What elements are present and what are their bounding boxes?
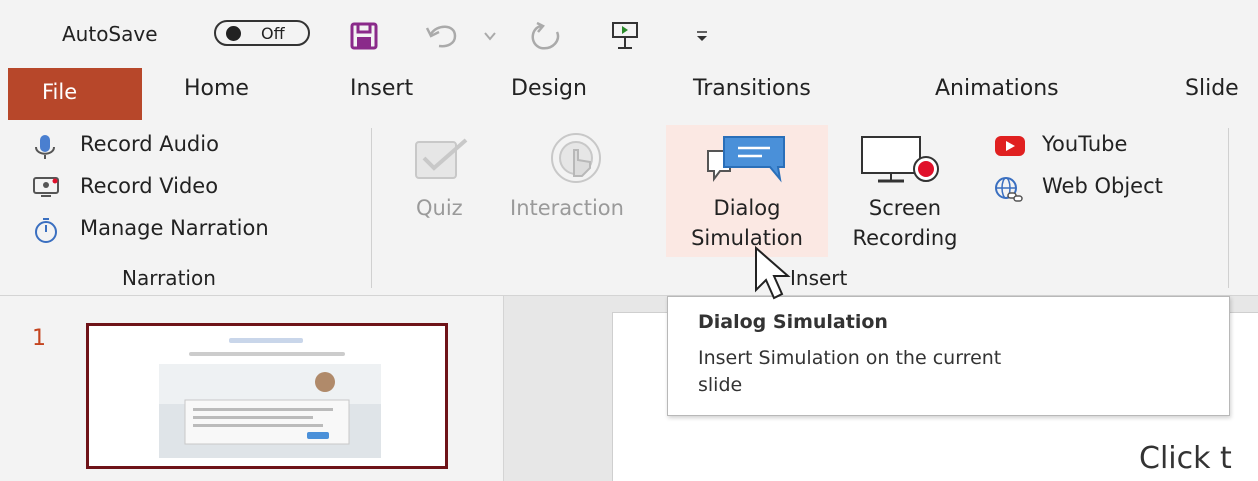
undo-dropdown-icon[interactable]	[483, 30, 497, 42]
quiz-label: Quiz	[416, 196, 463, 220]
manage-narration-label: Manage Narration	[80, 216, 269, 240]
group-divider	[371, 128, 372, 288]
interaction-button[interactable]: Interaction	[508, 130, 658, 240]
group-divider	[1228, 128, 1229, 288]
screen-label-line1: Screen	[868, 196, 942, 220]
autosave-state: Off	[261, 23, 285, 43]
undo-icon[interactable]	[425, 22, 467, 50]
ribbon: Record Audio Record Video Manage Narrati…	[0, 120, 1258, 296]
slide-placeholder-text[interactable]: Click t	[1139, 441, 1232, 476]
screen-recording-icon	[861, 136, 939, 183]
interaction-label: Interaction	[510, 196, 624, 220]
video-camera-icon	[33, 177, 59, 197]
autosave-label: AutoSave	[62, 22, 158, 46]
ribbon-tabs: File Home Insert Design Transitions Anim…	[0, 64, 1258, 120]
screen-recording-label: Screen Recording	[832, 193, 978, 253]
slide-number: 1	[32, 326, 46, 351]
tab-home[interactable]: Home	[184, 76, 249, 101]
quiz-icon	[415, 138, 468, 179]
tooltip-description: Insert Simulation on the current slide	[698, 345, 1001, 399]
present-icon[interactable]	[610, 20, 640, 52]
web-object-label: Web Object	[1042, 174, 1163, 198]
tab-transitions[interactable]: Transitions	[693, 76, 811, 101]
dialog-simulation-button[interactable]: Dialog Simulation	[666, 125, 828, 257]
dialog-simulation-label: Dialog Simulation	[666, 193, 828, 253]
toggle-knob	[226, 25, 241, 41]
tooltip-desc-line2: slide	[698, 374, 743, 396]
customize-toolbar-icon[interactable]	[695, 30, 709, 44]
tooltip-title: Dialog Simulation	[698, 311, 888, 333]
redo-icon[interactable]	[527, 22, 567, 52]
dialog-label-line1: Dialog	[713, 196, 781, 220]
mouse-cursor-icon	[755, 246, 791, 300]
dialog-simulation-icon	[707, 136, 785, 183]
autosave-toggle[interactable]: Off	[214, 20, 310, 46]
youtube-label: YouTube	[1042, 132, 1128, 156]
stopwatch-icon	[35, 218, 57, 243]
record-audio-label: Record Audio	[80, 132, 219, 156]
slide-thumbnail-preview	[89, 326, 445, 466]
screen-recording-button[interactable]: Screen Recording	[832, 125, 978, 257]
narration-group-label: Narration	[122, 266, 216, 290]
youtube-icon	[995, 136, 1025, 156]
tooltip-desc-line1: Insert Simulation on the current	[698, 347, 1002, 369]
tab-slide[interactable]: Slide	[1185, 76, 1239, 101]
tab-design[interactable]: Design	[511, 76, 587, 101]
web-object-icon	[995, 177, 1023, 202]
tooltip: Dialog Simulation Insert Simulation on t…	[667, 296, 1230, 416]
quiz-button[interactable]: Quiz	[408, 130, 478, 240]
quick-access-toolbar: AutoSave Off	[0, 0, 1258, 64]
touch-interaction-icon	[551, 133, 601, 183]
microphone-icon	[35, 135, 55, 159]
screen-label-line2: Recording	[852, 226, 958, 250]
tab-animations[interactable]: Animations	[935, 76, 1059, 101]
tab-file[interactable]: File	[8, 68, 142, 120]
record-video-label: Record Video	[80, 174, 219, 198]
save-icon[interactable]	[350, 22, 378, 50]
tab-insert[interactable]: Insert	[350, 76, 413, 101]
slide-thumbnail[interactable]	[86, 323, 448, 469]
